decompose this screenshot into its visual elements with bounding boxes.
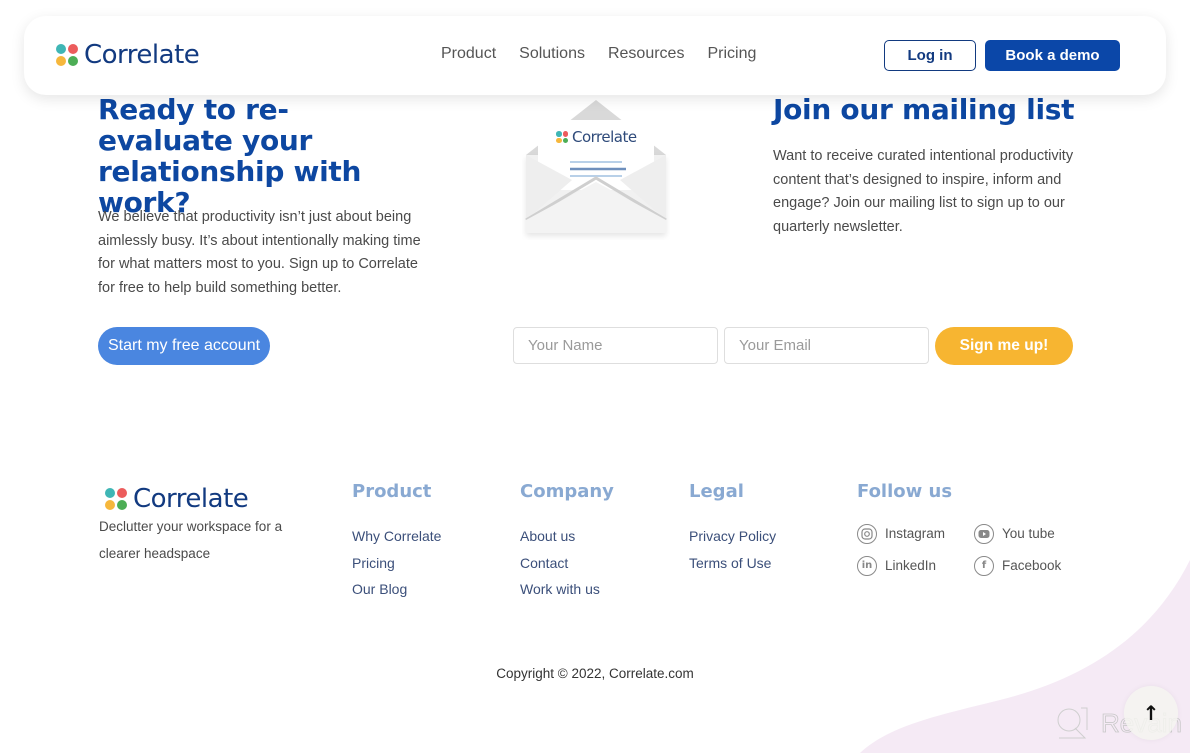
footer-link-why-correlate[interactable]: Why Correlate	[352, 523, 441, 550]
social-link-youtube[interactable]: You tube	[974, 523, 1084, 545]
name-input[interactable]	[513, 327, 718, 364]
instagram-icon	[857, 524, 877, 544]
envelope-logo: Correlate	[556, 128, 637, 146]
social-label: LinkedIn	[885, 558, 937, 573]
footer-link-pricing[interactable]: Pricing	[352, 550, 441, 577]
mailing-list-heading: Join our mailing list	[773, 93, 1075, 126]
logo-icon	[105, 488, 127, 510]
footer-link-contact[interactable]: Contact	[520, 550, 614, 577]
social-label: Facebook	[1002, 558, 1062, 573]
footer-link-about-us[interactable]: About us	[520, 523, 614, 550]
footer-logo[interactable]: Correlate	[105, 484, 249, 514]
mailing-list-description: Want to receive curated intentional prod…	[773, 148, 1074, 235]
footer-link-our-blog[interactable]: Our Blog	[352, 576, 441, 603]
footer-tagline: Declutter your workspace for a clearer h…	[99, 519, 283, 561]
footer-heading: Legal	[689, 481, 744, 502]
scroll-to-top-button[interactable]: ↑	[1124, 686, 1178, 740]
social-link-facebook[interactable]: f Facebook	[974, 555, 1084, 577]
sign-me-up-button[interactable]: Sign me up!	[935, 327, 1073, 365]
nav-resources[interactable]: Resources	[608, 45, 684, 63]
social-label: Instagram	[885, 526, 946, 541]
main-nav: Product Solutions Resources Pricing	[441, 45, 779, 63]
youtube-icon	[974, 524, 994, 544]
footer-column-company: Company About us Contact Work with us	[520, 481, 614, 603]
footer-column-legal: Legal Privacy Policy Terms of Use	[689, 481, 776, 576]
social-link-instagram[interactable]: Instagram	[857, 523, 974, 545]
footer-heading: Product	[352, 481, 432, 502]
arrow-up-icon: ↑	[1142, 701, 1160, 725]
footer-link-privacy-policy[interactable]: Privacy Policy	[689, 523, 776, 550]
footer-link-terms-of-use[interactable]: Terms of Use	[689, 550, 776, 577]
nav-solutions[interactable]: Solutions	[519, 45, 585, 63]
cta-description: We believe that productivity isn’t just …	[98, 209, 421, 296]
login-button[interactable]: Log in	[884, 40, 976, 71]
footer-column-follow: Follow us Instagram You tube in LinkedIn…	[857, 481, 1084, 577]
revain-logo-icon	[1057, 707, 1088, 739]
footer-heading: Company	[520, 481, 614, 502]
envelope-brand: Correlate	[572, 128, 637, 146]
footer-column-product: Product Why Correlate Pricing Our Blog	[352, 481, 441, 603]
book-demo-button[interactable]: Book a demo	[985, 40, 1120, 71]
site-header: Correlate Product Solutions Resources Pr…	[24, 16, 1166, 95]
logo-icon	[556, 131, 568, 143]
header-logo[interactable]: Correlate	[56, 40, 200, 70]
copyright: Copyright © 2022, Correlate.com	[496, 666, 694, 681]
nav-product[interactable]: Product	[441, 45, 496, 63]
linkedin-icon: in	[857, 556, 877, 576]
social-label: You tube	[1002, 526, 1055, 541]
footer-link-work-with-us[interactable]: Work with us	[520, 576, 614, 603]
brand-name: Correlate	[84, 40, 200, 70]
facebook-icon: f	[974, 556, 994, 576]
cta-heading: Ready to re-evaluate your relationship w…	[98, 93, 362, 219]
social-links: Instagram You tube in LinkedIn f Faceboo…	[857, 523, 1084, 577]
email-input[interactable]	[724, 327, 929, 364]
footer-brand-name: Correlate	[133, 484, 249, 514]
envelope-illustration: Correlate	[522, 100, 670, 240]
footer-heading: Follow us	[857, 481, 953, 502]
nav-pricing[interactable]: Pricing	[707, 45, 756, 63]
start-free-account-button[interactable]: Start my free account	[98, 327, 270, 365]
logo-icon	[56, 44, 78, 66]
social-link-linkedin[interactable]: in LinkedIn	[857, 555, 974, 577]
